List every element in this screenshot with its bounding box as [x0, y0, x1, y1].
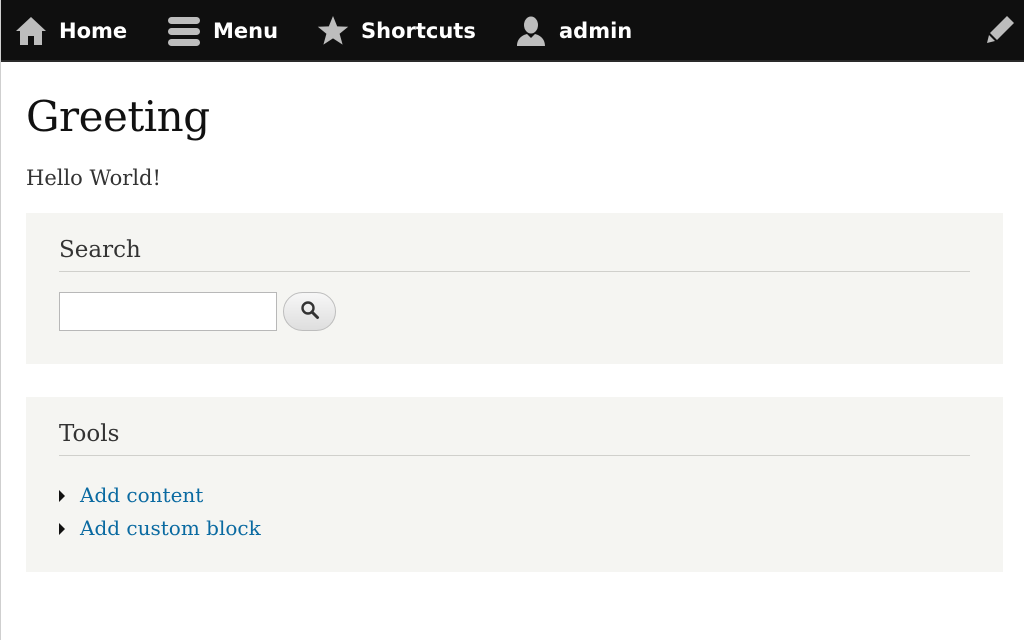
search-icon	[300, 300, 320, 323]
search-block-title: Search	[59, 213, 970, 272]
add-custom-block-link[interactable]: Add custom block	[80, 516, 261, 540]
bullet-arrow-icon	[59, 522, 65, 535]
add-content-link[interactable]: Add content	[80, 483, 203, 507]
pencil-icon	[986, 14, 1016, 48]
toolbar-user-label: admin	[559, 19, 633, 43]
toolbar-shortcuts-link[interactable]: Shortcuts	[317, 0, 476, 62]
toolbar-user-link[interactable]: admin	[515, 0, 632, 62]
tools-block: Tools Add content Add custom block	[26, 397, 1003, 572]
toolbar-home-label: Home	[59, 19, 128, 43]
user-icon	[515, 15, 547, 47]
bullet-arrow-icon	[59, 489, 65, 502]
home-icon	[15, 15, 47, 47]
search-submit-button[interactable]	[283, 292, 336, 331]
toolbar-edit-button[interactable]	[985, 15, 1017, 47]
toolbar-menu-link[interactable]: Menu	[167, 0, 278, 62]
list-item: Add custom block	[59, 511, 970, 544]
search-input[interactable]	[59, 292, 277, 331]
toolbar-home-link[interactable]: Home	[15, 0, 127, 62]
search-form	[59, 292, 970, 331]
admin-toolbar: Home Menu Shortcuts admin	[1, 0, 1024, 62]
tools-block-title: Tools	[59, 397, 970, 456]
search-block: Search	[26, 213, 1003, 364]
hamburger-menu-icon	[167, 15, 201, 47]
list-item: Add content	[59, 478, 970, 511]
toolbar-shortcuts-label: Shortcuts	[361, 19, 476, 43]
page-body-text: Hello World!	[26, 166, 161, 190]
tools-menu: Add content Add custom block	[59, 478, 970, 544]
page-title: Greeting	[26, 92, 210, 141]
star-icon	[317, 15, 349, 47]
toolbar-menu-label: Menu	[213, 19, 279, 43]
